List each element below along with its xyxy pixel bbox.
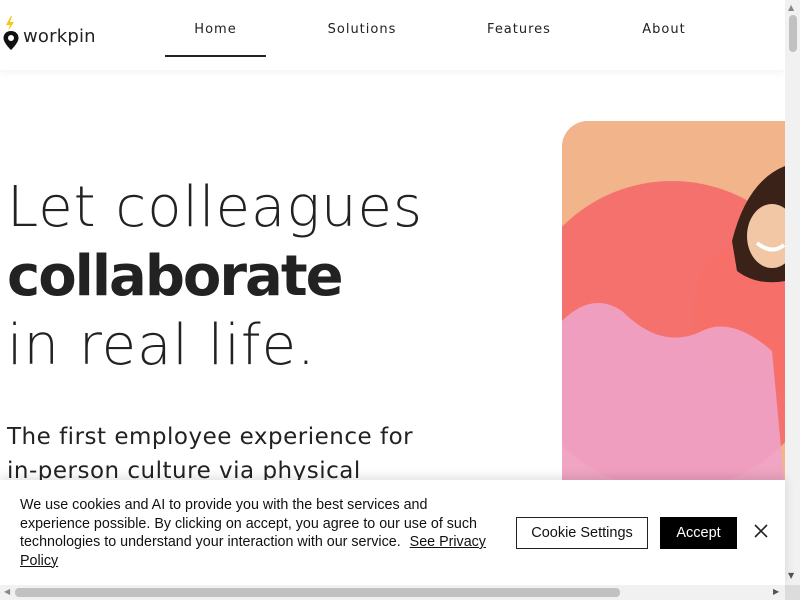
site-header: workpin Home Solutions Features About — [0, 0, 785, 70]
brand-name: workpin — [23, 25, 96, 47]
cookie-message-text: We use cookies and AI to provide you wit… — [20, 497, 477, 550]
brand-logo[interactable]: workpin — [2, 16, 96, 52]
accept-button[interactable]: Accept — [660, 517, 737, 549]
nav-about[interactable]: About — [632, 22, 696, 55]
nav-features[interactable]: Features — [478, 22, 560, 55]
hero-headline-line2: collaborate — [7, 244, 344, 309]
hero-image — [562, 121, 785, 491]
location-pin-bolt-icon — [2, 16, 20, 52]
vertical-scroll-thumb[interactable] — [789, 15, 797, 52]
horizontal-scrollbar[interactable]: ◀ ▶ — [0, 585, 785, 600]
scroll-up-arrow-icon[interactable]: ▲ — [788, 3, 794, 12]
hero-subtitle: The first employee experience for in-per… — [7, 424, 414, 484]
hero-headline-line3: in real life. — [7, 313, 316, 378]
close-icon[interactable] — [752, 522, 770, 540]
cookie-settings-button[interactable]: Cookie Settings — [516, 517, 648, 549]
nav-home[interactable]: Home — [165, 22, 266, 57]
scroll-right-arrow-icon[interactable]: ▶ — [773, 587, 779, 596]
hero-headline-line1: Let colleagues — [7, 175, 424, 240]
cookie-message: We use cookies and AI to provide you wit… — [20, 496, 490, 570]
scroll-down-arrow-icon[interactable]: ▼ — [788, 571, 794, 580]
horizontal-scroll-thumb[interactable] — [15, 588, 620, 597]
scrollbar-corner — [785, 585, 800, 600]
cookie-banner: We use cookies and AI to provide you wit… — [0, 480, 785, 585]
scroll-left-arrow-icon[interactable]: ◀ — [4, 587, 10, 596]
nav-solutions[interactable]: Solutions — [318, 22, 406, 55]
vertical-scrollbar[interactable]: ▲ ▼ — [785, 0, 800, 585]
